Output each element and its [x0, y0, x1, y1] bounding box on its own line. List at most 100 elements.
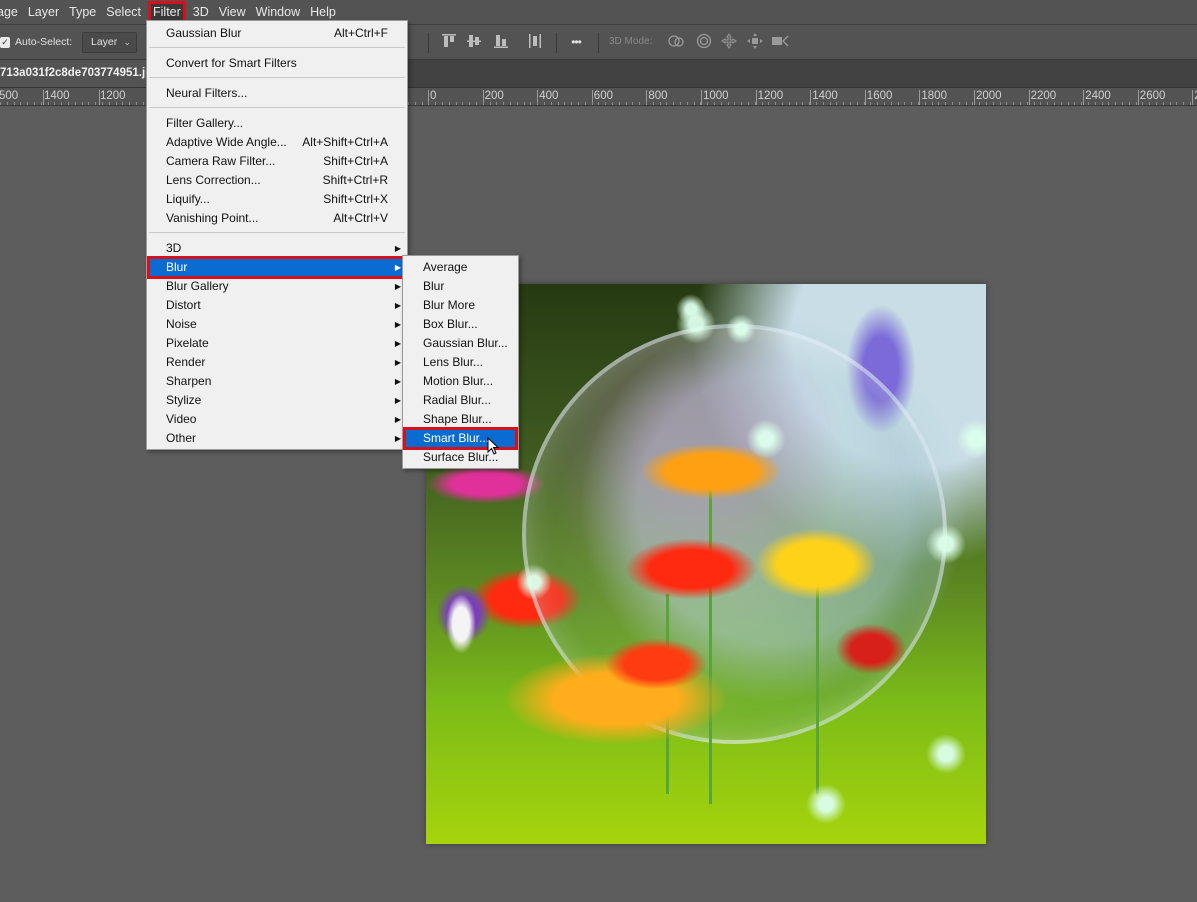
- filter-menu-item-video[interactable]: Video ▶: [149, 410, 405, 429]
- document-tab[interactable]: 713a031f2c8de703774951.jp: [0, 60, 150, 87]
- ruler-minor-tick: [700, 102, 702, 105]
- ruler-minor-tick: [884, 102, 885, 105]
- ruler-minor-tick: [476, 102, 477, 105]
- menu-type[interactable]: Type: [64, 1, 101, 23]
- ruler-minor-tick: [482, 102, 484, 105]
- filter-menu-item-pixelate[interactable]: Pixelate ▶: [149, 334, 405, 353]
- scale-3d-icon[interactable]: [771, 33, 789, 51]
- filter-menu-item-render[interactable]: Render ▶: [149, 353, 405, 372]
- ruler-minor-tick: [1101, 102, 1103, 105]
- ruler-label: 600: [593, 90, 613, 102]
- blur-menu-item-motion-blur[interactable]: Motion Blur...: [405, 372, 516, 391]
- ruler-tick: [1083, 90, 1085, 105]
- roll-3d-icon[interactable]: [695, 33, 713, 51]
- ruler-minor-tick: [61, 102, 63, 105]
- blur-menu-item-lens-blur[interactable]: Lens Blur...: [405, 353, 516, 372]
- filter-menu-item-other[interactable]: Other ▶: [149, 429, 405, 448]
- filter-menu-item-camera-raw-filter[interactable]: Camera Raw Filter... Shift+Ctrl+A: [149, 152, 405, 171]
- submenu-arrow-icon: ▶: [394, 282, 401, 291]
- slide-3d-icon[interactable]: [746, 33, 764, 51]
- ruler-minor-tick: [822, 102, 824, 105]
- menu-item-label: Liquify...: [166, 192, 210, 206]
- ruler-minor-tick: [414, 102, 416, 105]
- ruler-minor-tick: [115, 102, 117, 105]
- align-top-icon[interactable]: [440, 33, 458, 51]
- menu-image[interactable]: age: [0, 1, 23, 23]
- blur-menu-item-radial-blur[interactable]: Radial Blur...: [405, 391, 516, 410]
- menu-divider: [149, 107, 405, 108]
- ruler-minor-tick: [809, 102, 811, 105]
- menu-item-shortcut: Shift+Ctrl+X: [323, 192, 388, 206]
- submenu-arrow-icon: ▶: [394, 434, 401, 443]
- filter-menu-item-gaussian-blur[interactable]: Gaussian Blur Alt+Ctrl+F: [149, 24, 405, 43]
- menu-item-label: Video: [166, 412, 197, 426]
- ruler-minor-tick: [516, 102, 518, 105]
- ruler-minor-tick: [748, 102, 749, 105]
- filter-menu-item-liquify[interactable]: Liquify... Shift+Ctrl+X: [149, 190, 405, 209]
- align-vertical-center-icon[interactable]: [465, 33, 483, 51]
- filter-menu-item-filter-gallery[interactable]: Filter Gallery...: [149, 114, 405, 133]
- filter-menu-item-stylize[interactable]: Stylize ▶: [149, 391, 405, 410]
- ruler-minor-tick: [870, 102, 872, 105]
- ruler-minor-tick: [74, 102, 76, 105]
- menu-item-label: Blur More: [423, 298, 476, 312]
- filter-menu-item-vanishing-point[interactable]: Vanishing Point... Alt+Ctrl+V: [149, 209, 405, 228]
- drag-3d-icon[interactable]: [720, 33, 738, 51]
- orbit-3d-icon[interactable]: [667, 33, 685, 51]
- ruler-minor-tick: [537, 102, 539, 105]
- filter-menu-item-distort[interactable]: Distort ▶: [149, 296, 405, 315]
- ruler-minor-tick: [1149, 102, 1151, 105]
- ruler-minor-tick: [1128, 102, 1130, 105]
- filter-menu-item-blur[interactable]: Blur ▶: [147, 256, 407, 279]
- more-options-icon[interactable]: •••: [567, 33, 585, 51]
- filter-menu-item-convert-for-smart-filters[interactable]: Convert for Smart Filters: [149, 54, 405, 73]
- ruler-minor-tick: [666, 102, 668, 105]
- align-bottom-icon[interactable]: [492, 33, 510, 51]
- ruler-minor-tick: [1026, 102, 1028, 105]
- filter-menu-item-sharpen[interactable]: Sharpen ▶: [149, 372, 405, 391]
- blur-menu-item-blur[interactable]: Blur: [405, 277, 516, 296]
- ruler-minor-tick: [469, 102, 471, 105]
- ruler-minor-tick: [1033, 102, 1035, 105]
- menu-divider: [149, 47, 405, 48]
- menu-layer[interactable]: Layer: [23, 1, 64, 23]
- menu-item-label: Neural Filters...: [166, 86, 248, 100]
- menu-item-label: Convert for Smart Filters: [166, 56, 297, 70]
- distribute-icon[interactable]: [526, 33, 544, 51]
- submenu-arrow-icon: ▶: [394, 339, 401, 348]
- ruler-minor-tick: [992, 102, 994, 105]
- ruler-minor-tick: [958, 102, 960, 105]
- blur-menu-item-gaussian-blur[interactable]: Gaussian Blur...: [405, 334, 516, 353]
- blur-menu-item-shape-blur[interactable]: Shape Blur...: [405, 410, 516, 429]
- ruler-minor-tick: [652, 102, 654, 105]
- auto-select-target-dropdown[interactable]: Layer ⌄: [82, 32, 137, 53]
- filter-menu-item-noise[interactable]: Noise ▶: [149, 315, 405, 334]
- auto-select-checkbox[interactable]: ✓: [0, 37, 10, 48]
- ruler-minor-tick: [605, 102, 607, 105]
- ruler-minor-tick: [952, 102, 953, 105]
- menu-select[interactable]: Select: [101, 1, 146, 23]
- ruler-label: 1400: [44, 90, 70, 102]
- ruler-minor-tick: [1122, 102, 1123, 105]
- blur-menu-item-box-blur[interactable]: Box Blur...: [405, 315, 516, 334]
- filter-menu-item-blur-gallery[interactable]: Blur Gallery ▶: [149, 277, 405, 296]
- ruler-minor-tick: [904, 102, 906, 105]
- ruler-label: 500: [0, 90, 19, 102]
- submenu-arrow-icon: ▶: [394, 377, 401, 386]
- menu-item-label: Gaussian Blur...: [423, 336, 508, 350]
- filter-menu-item-lens-correction[interactable]: Lens Correction... Shift+Ctrl+R: [149, 171, 405, 190]
- menu-item-label: Blur: [423, 279, 445, 293]
- ruler-minor-tick: [54, 102, 56, 105]
- filter-menu-item-adaptive-wide-angle[interactable]: Adaptive Wide Angle... Alt+Shift+Ctrl+A: [149, 133, 405, 152]
- filter-menu-item-3d[interactable]: 3D ▶: [149, 239, 405, 258]
- filter-menu-item-neural-filters[interactable]: Neural Filters...: [149, 84, 405, 103]
- blur-menu-item-average[interactable]: Average: [405, 258, 516, 277]
- ruler-minor-tick: [612, 102, 613, 105]
- ruler-minor-tick: [496, 102, 498, 105]
- menu-item-label: Lens Blur...: [423, 355, 484, 369]
- ruler-minor-tick: [720, 102, 722, 105]
- ruler-tick: [1137, 90, 1139, 105]
- blur-menu-item-blur-more[interactable]: Blur More: [405, 296, 516, 315]
- ruler-minor-tick: [462, 102, 464, 105]
- ruler-minor-tick: [122, 102, 124, 105]
